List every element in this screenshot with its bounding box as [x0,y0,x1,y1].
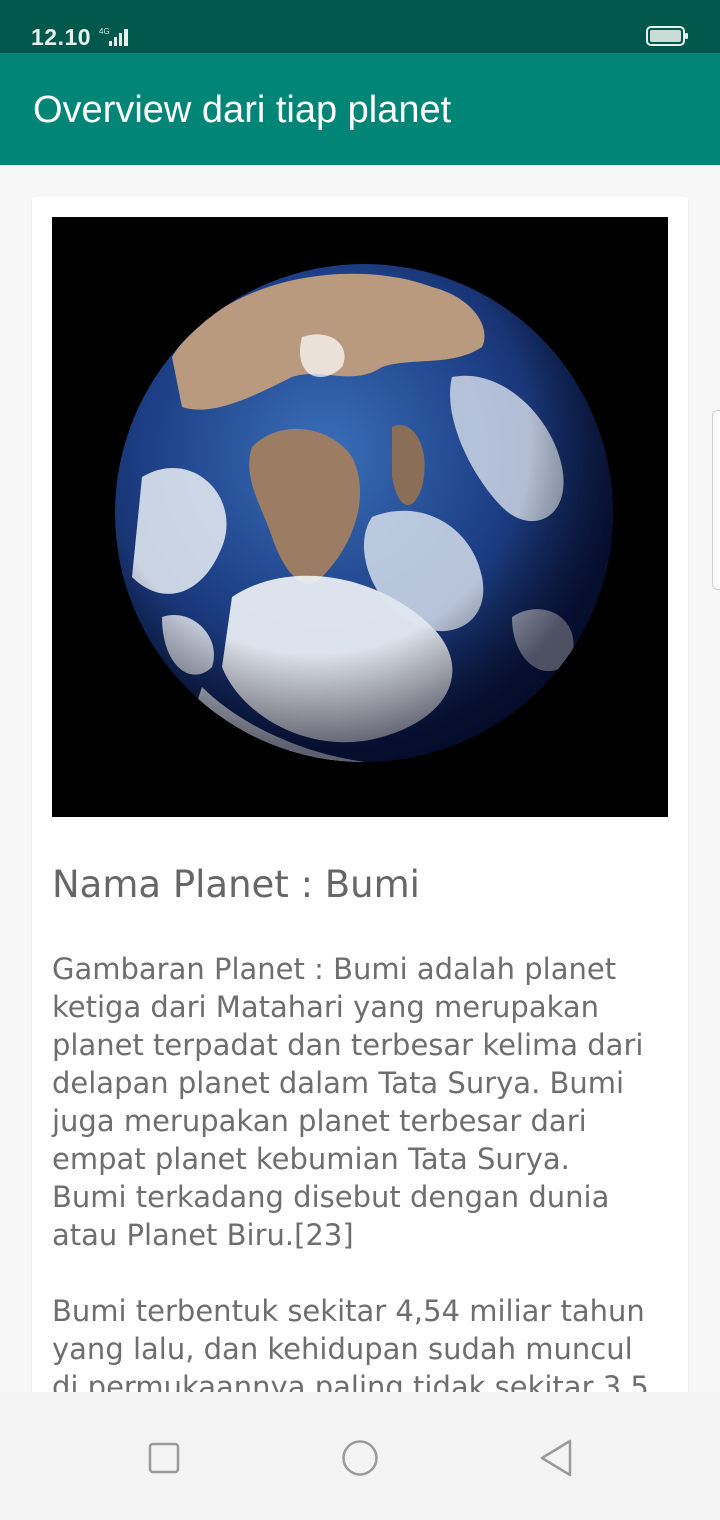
circle-icon [341,1439,379,1482]
status-time: 12.10 [31,24,92,50]
home-button[interactable] [332,1432,388,1488]
planet-card: Nama Planet : Bumi Gambaran Planet : Bum… [32,197,688,1392]
navigation-bar [0,1392,720,1520]
app-bar: Overview dari tiap planet [0,53,720,165]
page-title: Overview dari tiap planet [33,89,452,131]
earth-image [52,217,668,817]
network-type-label: 4G [99,27,110,36]
scroll-edge-handle[interactable] [712,410,720,590]
triangle-back-icon [539,1439,573,1482]
recent-apps-button[interactable] [136,1432,192,1488]
status-bar: 12.10 4G [0,0,720,53]
planet-scroll-view[interactable]: Nama Planet : Bumi Gambaran Planet : Bum… [0,165,720,1392]
back-button[interactable] [528,1432,584,1488]
planet-description: Gambaran Planet : Bumi adalah planet ket… [52,952,649,1392]
square-icon [148,1442,180,1479]
earth-photo-icon [52,217,668,817]
planet-name: Nama Planet : Bumi [52,863,420,906]
signal-4g-icon: 4G [99,26,135,48]
battery-icon [646,26,690,46]
